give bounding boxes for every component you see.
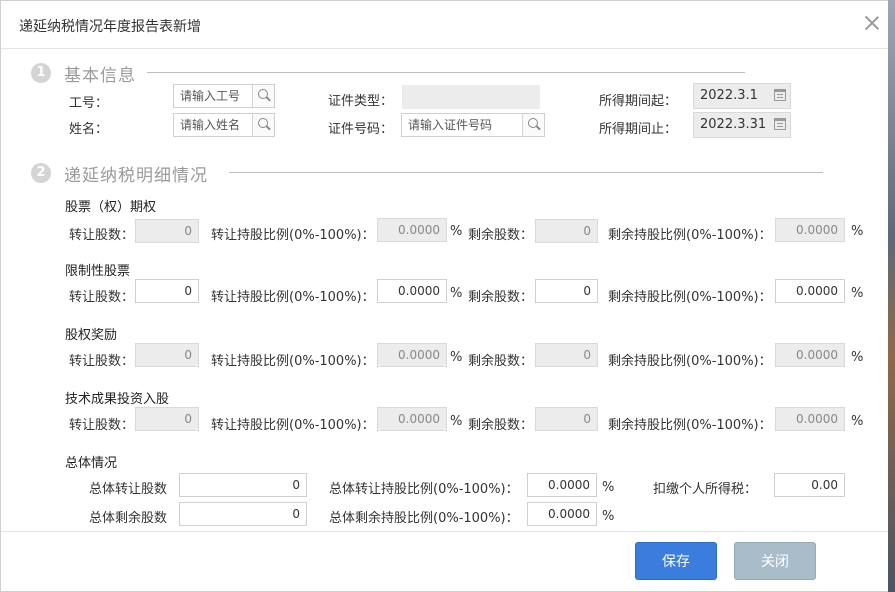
tax-input[interactable]: 0.00 (774, 473, 845, 497)
total-transfer-label: 总体转让股数 (89, 482, 168, 497)
remain-ratio-label: 剩余持股比例(0%-100%)： (608, 290, 772, 305)
period-start-label: 所得期间起： (599, 94, 678, 109)
transfer-ratio-label: 转让持股比例(0%-100%)： (211, 354, 375, 369)
id-type-label: 证件类型： (328, 94, 394, 109)
total-transfer-input[interactable]: 0 (179, 473, 307, 497)
id-no-input[interactable]: 请输入证件号码 (401, 113, 545, 137)
transfer-shares-label: 转让股数： (69, 418, 135, 433)
id-no-placeholder: 请输入证件号码 (408, 118, 493, 132)
dialog-window: 递延纳税情况年度报告表新增 1 基本信息 工号： 请输入工号 证件类型： 所得期… (0, 0, 895, 592)
step-number-1: 1 (31, 63, 51, 83)
percent-sign: % (851, 286, 864, 301)
staff-no-input[interactable]: 请输入工号 (173, 84, 275, 108)
transfer-shares-input[interactable]: 0 (135, 219, 199, 243)
remain-ratio-input[interactable]: 0.0000 (775, 343, 845, 367)
transfer-ratio-input[interactable]: 0.0000 (377, 343, 447, 367)
percent-sign: % (602, 509, 615, 524)
transfer-shares-input[interactable]: 0 (135, 407, 199, 431)
remain-shares-input[interactable]: 0 (535, 219, 598, 243)
percent-sign: % (450, 224, 463, 239)
section-basic-title: 基本信息 (64, 66, 136, 86)
id-type-select[interactable] (402, 85, 540, 109)
close-button[interactable]: 关闭 (734, 542, 816, 580)
section-divider-2 (229, 172, 823, 173)
transfer-shares-input[interactable]: 0 (135, 279, 199, 303)
staff-no-search-icon[interactable] (252, 85, 274, 107)
id-no-label: 证件号码： (328, 122, 394, 137)
remain-shares-input[interactable]: 0 (535, 343, 598, 367)
remain-shares-input[interactable]: 0 (535, 407, 598, 431)
save-button[interactable]: 保存 (635, 542, 717, 580)
total-remain-label: 总体剩余股数 (89, 511, 168, 526)
background-window-edge (888, 0, 895, 592)
transfer-shares-label: 转让股数： (69, 354, 135, 369)
transfer-ratio-input[interactable]: 0.0000 (377, 218, 447, 242)
group-title: 技术成果投资入股 (65, 392, 170, 407)
section-detail-title: 递延纳税明细情况 (64, 166, 208, 186)
group-title: 股票（权）期权 (65, 200, 157, 215)
remain-ratio-input[interactable]: 0.0000 (775, 279, 845, 303)
transfer-ratio-input[interactable]: 0.0000 (377, 407, 447, 431)
period-start-value: 2022.3.1 (700, 88, 758, 103)
name-placeholder: 请输入姓名 (180, 118, 241, 132)
remain-ratio-label: 剩余持股比例(0%-100%)： (608, 228, 772, 243)
section-divider-1 (147, 72, 745, 73)
remain-ratio-label: 剩余持股比例(0%-100%)： (608, 354, 772, 369)
remain-ratio-input[interactable]: 0.0000 (775, 407, 845, 431)
tax-label: 扣缴个人所得税： (653, 482, 758, 497)
calendar-icon[interactable] (774, 118, 786, 130)
remain-shares-label: 剩余股数： (468, 228, 534, 243)
remain-shares-label: 剩余股数： (468, 418, 534, 433)
transfer-ratio-label: 转让持股比例(0%-100%)： (211, 418, 375, 433)
percent-sign: % (602, 480, 615, 495)
period-start-input[interactable]: 2022.3.1 (693, 83, 791, 109)
calendar-icon[interactable] (774, 89, 786, 101)
transfer-ratio-label: 转让持股比例(0%-100%)： (211, 228, 375, 243)
staff-no-label: 工号： (69, 96, 109, 111)
percent-sign: % (851, 414, 864, 429)
total-remain-ratio-label: 总体剩余持股比例(0%-100%)： (329, 511, 519, 526)
remain-ratio-label: 剩余持股比例(0%-100%)： (608, 418, 772, 433)
remain-shares-label: 剩余股数： (468, 290, 534, 305)
percent-sign: % (450, 286, 463, 301)
percent-sign: % (450, 414, 463, 429)
dialog-title: 递延纳税情况年度报告表新增 (19, 19, 201, 35)
staff-no-placeholder: 请输入工号 (180, 89, 241, 103)
transfer-ratio-label: 转让持股比例(0%-100%)： (211, 290, 375, 305)
transfer-shares-label: 转让股数： (69, 290, 135, 305)
group-title: 股权奖励 (65, 328, 118, 343)
period-end-input[interactable]: 2022.3.31 (693, 112, 791, 138)
name-input[interactable]: 请输入姓名 (173, 113, 275, 137)
remain-shares-label: 剩余股数： (468, 354, 534, 369)
dialog-footer: 保存 关闭 (1, 531, 894, 591)
percent-sign: % (851, 224, 864, 239)
transfer-ratio-input[interactable]: 0.0000 (377, 279, 447, 303)
percent-sign: % (450, 350, 463, 365)
close-icon[interactable] (862, 13, 882, 33)
transfer-shares-label: 转让股数： (69, 228, 135, 243)
total-remain-ratio-input[interactable]: 0.0000 (527, 502, 597, 526)
period-end-label: 所得期间止： (599, 122, 678, 137)
step-number-2: 2 (31, 163, 51, 183)
summary-title: 总体情况 (65, 456, 118, 471)
title-bar: 递延纳税情况年度报告表新增 (1, 1, 894, 49)
name-label: 姓名： (69, 122, 109, 137)
remain-shares-input[interactable]: 0 (535, 279, 598, 303)
total-transfer-ratio-label: 总体转让持股比例(0%-100%)： (329, 482, 519, 497)
group-title: 限制性股票 (65, 264, 131, 279)
id-no-search-icon[interactable] (522, 114, 544, 136)
period-end-value: 2022.3.31 (700, 117, 767, 132)
remain-ratio-input[interactable]: 0.0000 (775, 218, 845, 242)
name-search-icon[interactable] (252, 114, 274, 136)
percent-sign: % (851, 350, 864, 365)
transfer-shares-input[interactable]: 0 (135, 343, 199, 367)
total-transfer-ratio-input[interactable]: 0.0000 (527, 473, 597, 497)
total-remain-input[interactable]: 0 (179, 502, 307, 526)
